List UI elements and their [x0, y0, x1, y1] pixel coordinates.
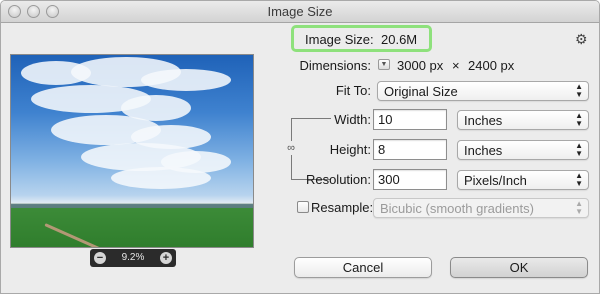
image-size-value: 20.6M — [381, 32, 418, 47]
image-size-readout: Image Size: 20.6M — [291, 25, 432, 52]
dimensions-times: × — [452, 58, 460, 73]
image-preview[interactable] — [10, 54, 254, 248]
zoom-control: − 9.2% + — [90, 249, 176, 267]
title-bar: Image Size — [1, 1, 599, 23]
select-arrows-icon: ▲ ▼ — [575, 82, 583, 99]
zoom-out-button[interactable]: − — [94, 252, 106, 264]
dimensions-width: 3000 px — [397, 58, 444, 73]
resample-method-select[interactable]: Bicubic (smooth gradients) ▲ ▼ — [373, 198, 589, 218]
window-title: Image Size — [267, 4, 333, 19]
dimensions-height: 2400 px — [468, 58, 515, 73]
cancel-button[interactable]: Cancel — [294, 257, 432, 278]
dimensions-label: Dimensions: — [299, 58, 371, 73]
select-arrows-icon: ▲ ▼ — [575, 111, 583, 128]
fit-to-label: Fit To: — [335, 83, 371, 98]
select-arrows-icon: ▲ ▼ — [575, 171, 583, 188]
resample-method-value: Bicubic (smooth gradients) — [380, 201, 534, 216]
width-unit-select[interactable]: Inches ▲ ▼ — [457, 110, 589, 130]
height-input[interactable]: 8 — [373, 139, 447, 160]
resolution-unit-select[interactable]: Pixels/Inch ▲ ▼ — [457, 170, 589, 190]
zoom-in-button[interactable]: + — [160, 252, 172, 264]
width-unit-value: Inches — [464, 113, 503, 128]
resolution-unit-value: Pixels/Inch — [464, 173, 527, 188]
fit-to-value: Original Size — [384, 84, 458, 99]
dimensions-dropdown-icon[interactable]: ▼ — [378, 59, 390, 70]
select-arrows-icon: ▲ ▼ — [575, 141, 583, 158]
resolution-input[interactable]: 300 — [373, 169, 447, 190]
ok-button[interactable]: OK — [450, 257, 588, 278]
image-size-label: Image Size: — [305, 32, 374, 47]
gear-icon[interactable]: ⚙ — [575, 31, 588, 48]
width-label: Width: — [334, 112, 371, 127]
resample-label: Resample: — [311, 200, 374, 215]
height-unit-select[interactable]: Inches ▲ ▼ — [457, 140, 589, 160]
width-input[interactable]: 10 — [373, 109, 447, 130]
link-icon[interactable]: ∞ — [286, 141, 296, 155]
select-arrows-icon: ▲ ▼ — [575, 199, 583, 216]
fit-to-select[interactable]: Original Size ▲ ▼ — [377, 81, 589, 101]
minus-icon: − — [96, 252, 104, 264]
plus-icon: + — [162, 252, 170, 264]
grass-field — [11, 208, 253, 247]
height-unit-value: Inches — [464, 143, 503, 158]
resample-checkbox[interactable] — [297, 201, 309, 213]
height-label: Height: — [329, 142, 371, 157]
image-size-dialog: Image Size − 9.2% + Image Size: 20.6M ⚙ … — [0, 0, 600, 294]
zoom-level: 9.2% — [121, 252, 145, 263]
resolution-label: Resolution: — [305, 172, 371, 187]
